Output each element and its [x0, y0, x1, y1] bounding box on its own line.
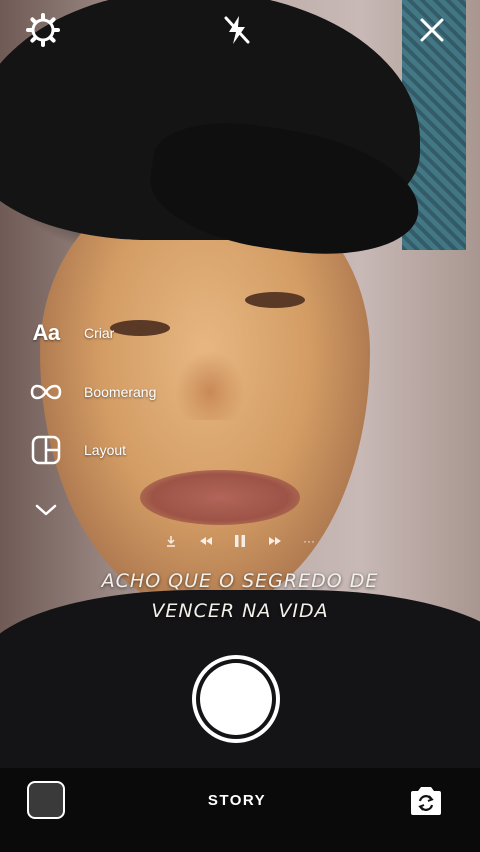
- more-modes-button[interactable]: [32, 496, 60, 524]
- media-controls: ···: [160, 528, 320, 554]
- close-icon: [420, 18, 444, 42]
- rewind-icon[interactable]: [195, 530, 217, 552]
- download-icon[interactable]: [160, 530, 182, 552]
- pause-icon[interactable]: [229, 530, 251, 552]
- more-icon[interactable]: ···: [298, 530, 320, 552]
- shutter-inner: [200, 663, 272, 735]
- gear-icon: [26, 13, 60, 47]
- mode-boomerang[interactable]: Boomerang: [26, 372, 156, 412]
- flash-button[interactable]: [217, 10, 257, 50]
- text-create-icon: Aa: [32, 320, 60, 345]
- layout-grid-icon: [26, 430, 66, 470]
- eye-right: [245, 292, 305, 308]
- nose: [175, 350, 245, 420]
- eye-left: [110, 320, 170, 336]
- camera-flip-icon: [411, 787, 441, 815]
- lyrics-line-1: ACHO QUE O SEGREDO DE: [101, 570, 379, 592]
- mode-criar[interactable]: Aa Criar: [26, 313, 114, 353]
- lips: [140, 470, 300, 525]
- mode-label-boomerang: Boomerang: [84, 384, 157, 400]
- lyrics-line-2: VENCER NA VIDA: [151, 600, 329, 622]
- flash-off-icon: [224, 16, 250, 44]
- settings-button[interactable]: [23, 10, 63, 50]
- infinity-icon: [26, 372, 66, 412]
- mode-label-layout: Layout: [84, 442, 127, 458]
- gallery-button[interactable]: [27, 781, 65, 819]
- chevron-down-icon: [35, 504, 57, 516]
- shutter-button[interactable]: [192, 655, 280, 743]
- camera-screen: Aa Criar Boomerang Layout ··· ACHO QUE O…: [0, 0, 480, 852]
- mode-label-criar: Criar: [84, 325, 115, 341]
- story-mode-label[interactable]: STORY: [190, 792, 284, 809]
- flip-camera-button[interactable]: [406, 781, 446, 821]
- close-button[interactable]: [412, 10, 452, 50]
- lyrics-text: ACHO QUE O SEGREDO DE VENCER NA VIDA: [90, 566, 390, 626]
- fast-forward-icon[interactable]: [264, 530, 286, 552]
- mode-layout[interactable]: Layout: [26, 430, 126, 470]
